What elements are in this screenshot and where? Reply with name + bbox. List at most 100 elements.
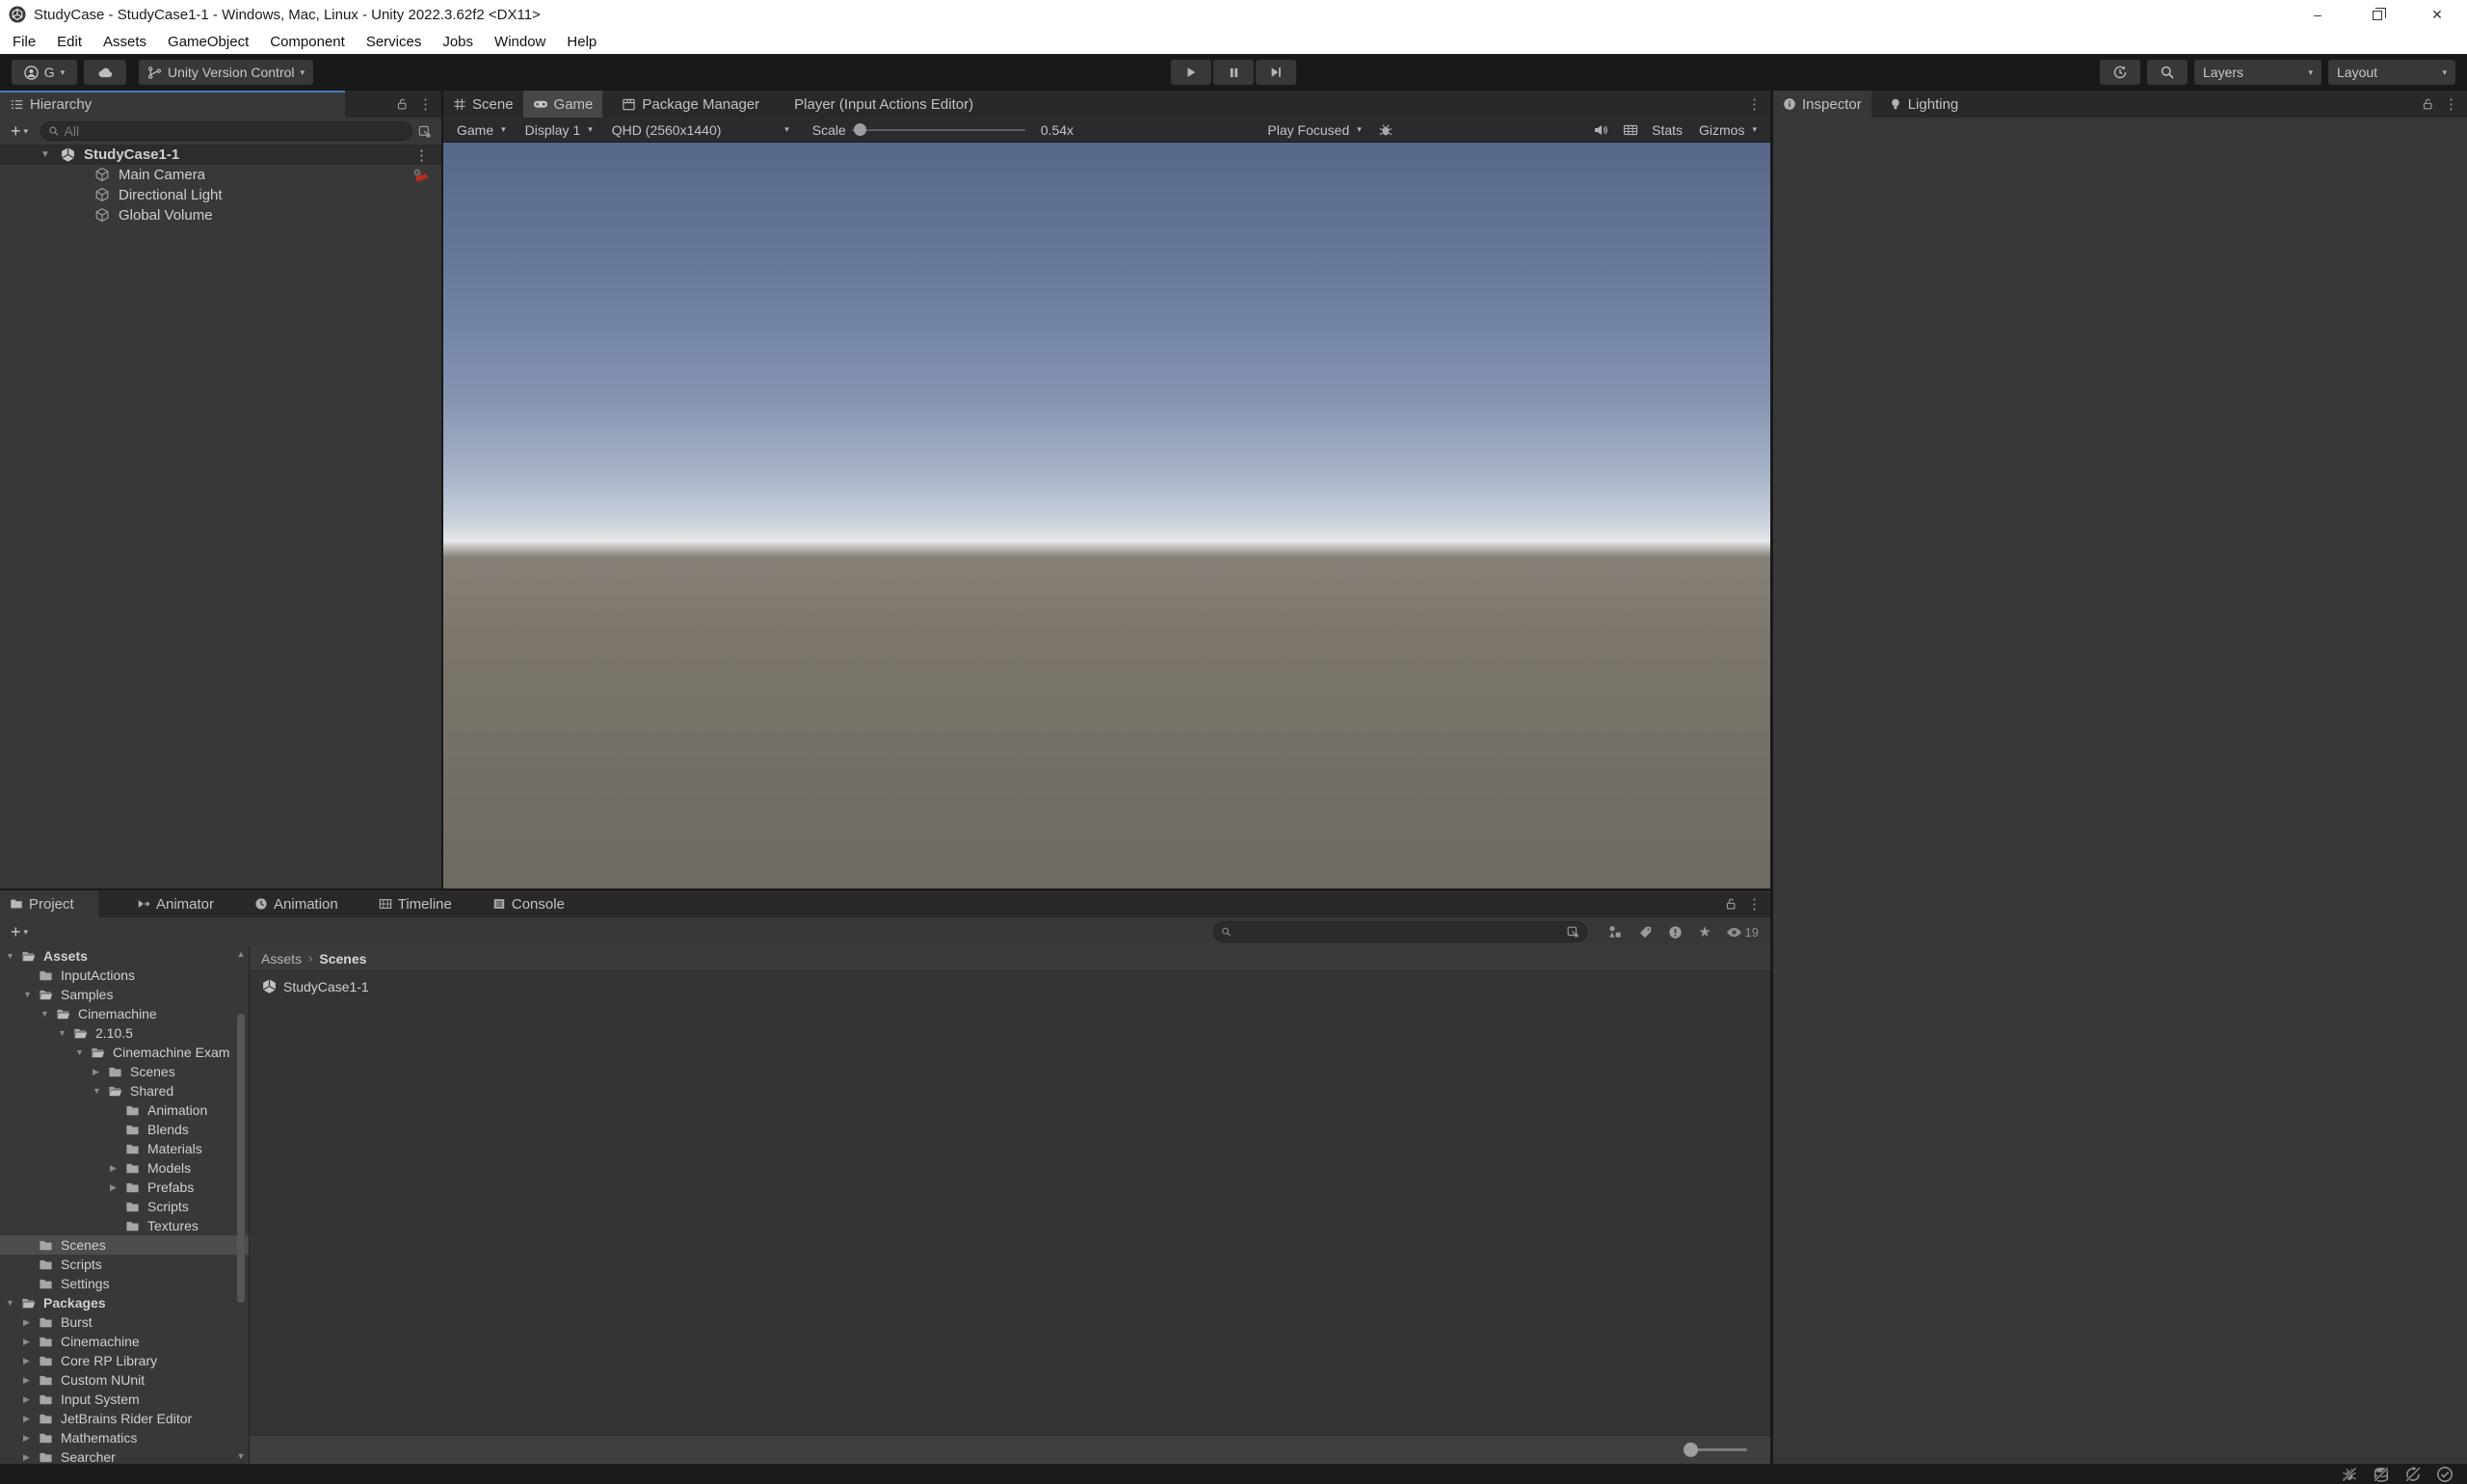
menu-item[interactable]: Component: [259, 29, 356, 54]
project-tree-row[interactable]: ▶ Cinemachine: [0, 1332, 249, 1351]
project-tree-row[interactable]: ▶ Input System: [0, 1390, 249, 1409]
project-tree-row[interactable]: ▶ Searcher: [0, 1447, 249, 1464]
gizmos-dropdown[interactable]: Gizmos ▾: [1689, 118, 1766, 143]
hierarchy-row[interactable]: Global Volume: [0, 205, 441, 225]
project-tree-row[interactable]: Blends: [0, 1120, 249, 1139]
undo-history-button[interactable]: [2100, 60, 2140, 85]
menu-item[interactable]: Window: [484, 29, 556, 54]
project-tree-row[interactable]: InputActions: [0, 966, 249, 985]
play-button[interactable]: [1171, 60, 1211, 85]
search-button[interactable]: [2147, 60, 2188, 85]
project-tree-row[interactable]: Scripts: [0, 1255, 249, 1274]
create-asset-button[interactable]: + ▾: [6, 923, 33, 941]
foldout-arrow-icon[interactable]: ▼: [40, 149, 60, 160]
project-tree-row[interactable]: Scenes: [0, 1235, 249, 1255]
hierarchy-search-input[interactable]: [64, 123, 405, 139]
visibility-count[interactable]: 19: [1720, 924, 1764, 941]
tree-scrollbar[interactable]: ▲ ▼: [234, 946, 248, 1464]
foldout-arrow-icon[interactable]: ▶: [110, 1182, 125, 1193]
tab-timeline[interactable]: Timeline: [377, 890, 454, 917]
progress-ok-icon[interactable]: [2436, 1466, 2454, 1483]
focus-mode-dropdown[interactable]: Play Focused ▾: [1258, 118, 1370, 143]
foldout-arrow-icon[interactable]: ▶: [23, 1375, 39, 1386]
foldout-arrow-icon[interactable]: ▼: [6, 951, 21, 961]
layers-dropdown[interactable]: Layers ▾: [2194, 60, 2321, 85]
panel-menu-icon[interactable]: ⋮: [1747, 95, 1762, 113]
foldout-arrow-icon[interactable]: ▶: [23, 1337, 39, 1347]
project-tree-row[interactable]: ▶ Scenes: [0, 1062, 249, 1081]
foldout-arrow-icon[interactable]: ▼: [6, 1298, 21, 1308]
row-menu-icon[interactable]: [414, 146, 429, 164]
foldout-arrow-icon[interactable]: ▼: [23, 990, 39, 999]
tab-project[interactable]: Project: [0, 890, 98, 917]
project-tree-row[interactable]: ▼ Shared: [0, 1081, 249, 1100]
resolution-dropdown[interactable]: QHD (2560x1440) ▾: [602, 118, 799, 143]
frame-debugger-button[interactable]: [1371, 119, 1401, 142]
foldout-arrow-icon[interactable]: ▶: [23, 1452, 39, 1463]
account-dropdown[interactable]: G ▾: [12, 60, 77, 85]
create-object-button[interactable]: + ▾: [6, 122, 33, 140]
project-tree-row[interactable]: ▶ Burst: [0, 1312, 249, 1332]
lock-icon[interactable]: [2421, 97, 2434, 111]
panel-menu-icon[interactable]: ⋮: [418, 95, 433, 113]
foldout-arrow-icon[interactable]: ▶: [93, 1067, 108, 1077]
project-tree-row[interactable]: ▼ Samples: [0, 985, 249, 1004]
foldout-arrow-icon[interactable]: ▼: [40, 1009, 56, 1019]
tab-game[interactable]: Game: [522, 91, 603, 118]
foldout-arrow-icon[interactable]: ▶: [23, 1394, 39, 1405]
tab-lighting[interactable]: Lighting: [1879, 91, 1969, 118]
menu-item[interactable]: Edit: [46, 29, 93, 54]
scale-slider-thumb[interactable]: [853, 123, 866, 136]
mute-audio-button[interactable]: [1585, 119, 1615, 142]
pause-button[interactable]: [1213, 60, 1254, 85]
foldout-arrow-icon[interactable]: ▼: [75, 1047, 91, 1057]
tab-hierarchy[interactable]: Hierarchy: [0, 91, 345, 118]
project-tree-row[interactable]: Settings: [0, 1274, 249, 1293]
project-tree-row[interactable]: ▶ Core RP Library: [0, 1351, 249, 1370]
panel-menu-icon[interactable]: ⋮: [1747, 895, 1762, 913]
project-tree-row[interactable]: Scripts: [0, 1197, 249, 1216]
version-control-dropdown[interactable]: Unity Version Control ▾: [139, 60, 314, 85]
hierarchy-row[interactable]: Main Camera: [0, 165, 441, 185]
search-picker-button[interactable]: [412, 119, 436, 143]
menu-item[interactable]: File: [2, 29, 46, 54]
layout-dropdown[interactable]: Layout ▾: [2328, 60, 2455, 85]
foldout-arrow-icon[interactable]: ▶: [23, 1356, 39, 1366]
hierarchy-row[interactable]: ▼ StudyCase1-1: [0, 145, 441, 165]
menu-item[interactable]: Assets: [93, 29, 157, 54]
favorites-button[interactable]: ★: [1690, 920, 1720, 943]
project-tree-row[interactable]: ▼ Assets: [0, 946, 249, 966]
thumbnail-size-slider[interactable]: [1684, 1443, 1747, 1457]
game-display-mode-dropdown[interactable]: Game ▾: [447, 118, 516, 143]
project-tree-row[interactable]: Animation: [0, 1100, 249, 1120]
search-by-label-button[interactable]: [1631, 920, 1660, 943]
display-dropdown[interactable]: Display 1 ▾: [516, 118, 602, 143]
auto-refresh-off-icon[interactable]: [2404, 1466, 2422, 1483]
project-tree-row[interactable]: Materials: [0, 1139, 249, 1158]
project-tree-row[interactable]: ▶ Prefabs: [0, 1178, 249, 1197]
hierarchy-row[interactable]: Directional Light: [0, 185, 441, 205]
panel-menu-icon[interactable]: ⋮: [2444, 95, 2458, 113]
project-tree-row[interactable]: ▶ Custom NUnit: [0, 1370, 249, 1390]
project-tree-row[interactable]: ▶ Models: [0, 1158, 249, 1178]
search-by-type-button[interactable]: [1601, 920, 1631, 943]
close-button[interactable]: ✕: [2407, 0, 2467, 29]
lock-icon[interactable]: [1724, 897, 1738, 911]
scrollbar-thumb[interactable]: [237, 1014, 245, 1303]
project-tree-row[interactable]: ▶ JetBrains Rider Editor: [0, 1409, 249, 1428]
bug-disabled-icon[interactable]: [2341, 1466, 2358, 1483]
hidden-packages-button[interactable]: [1660, 920, 1690, 943]
game-viewport[interactable]: [443, 143, 1770, 888]
menu-item[interactable]: Services: [356, 29, 433, 54]
project-search-input[interactable]: [1235, 924, 1561, 940]
menu-item[interactable]: Help: [556, 29, 607, 54]
tab-player-input-actions[interactable]: Player (Input Actions Editor): [784, 91, 983, 118]
cache-server-disconnected-icon[interactable]: [2373, 1466, 2390, 1483]
tab-animation[interactable]: Animation: [252, 890, 340, 917]
foldout-arrow-icon[interactable]: ▼: [58, 1028, 73, 1038]
foldout-arrow-icon[interactable]: ▼: [93, 1086, 108, 1096]
foldout-arrow-icon[interactable]: ▶: [23, 1433, 39, 1444]
pick-object-icon[interactable]: [1566, 925, 1579, 939]
thumbnail-size-thumb[interactable]: [1684, 1443, 1698, 1457]
step-button[interactable]: [1256, 60, 1296, 85]
